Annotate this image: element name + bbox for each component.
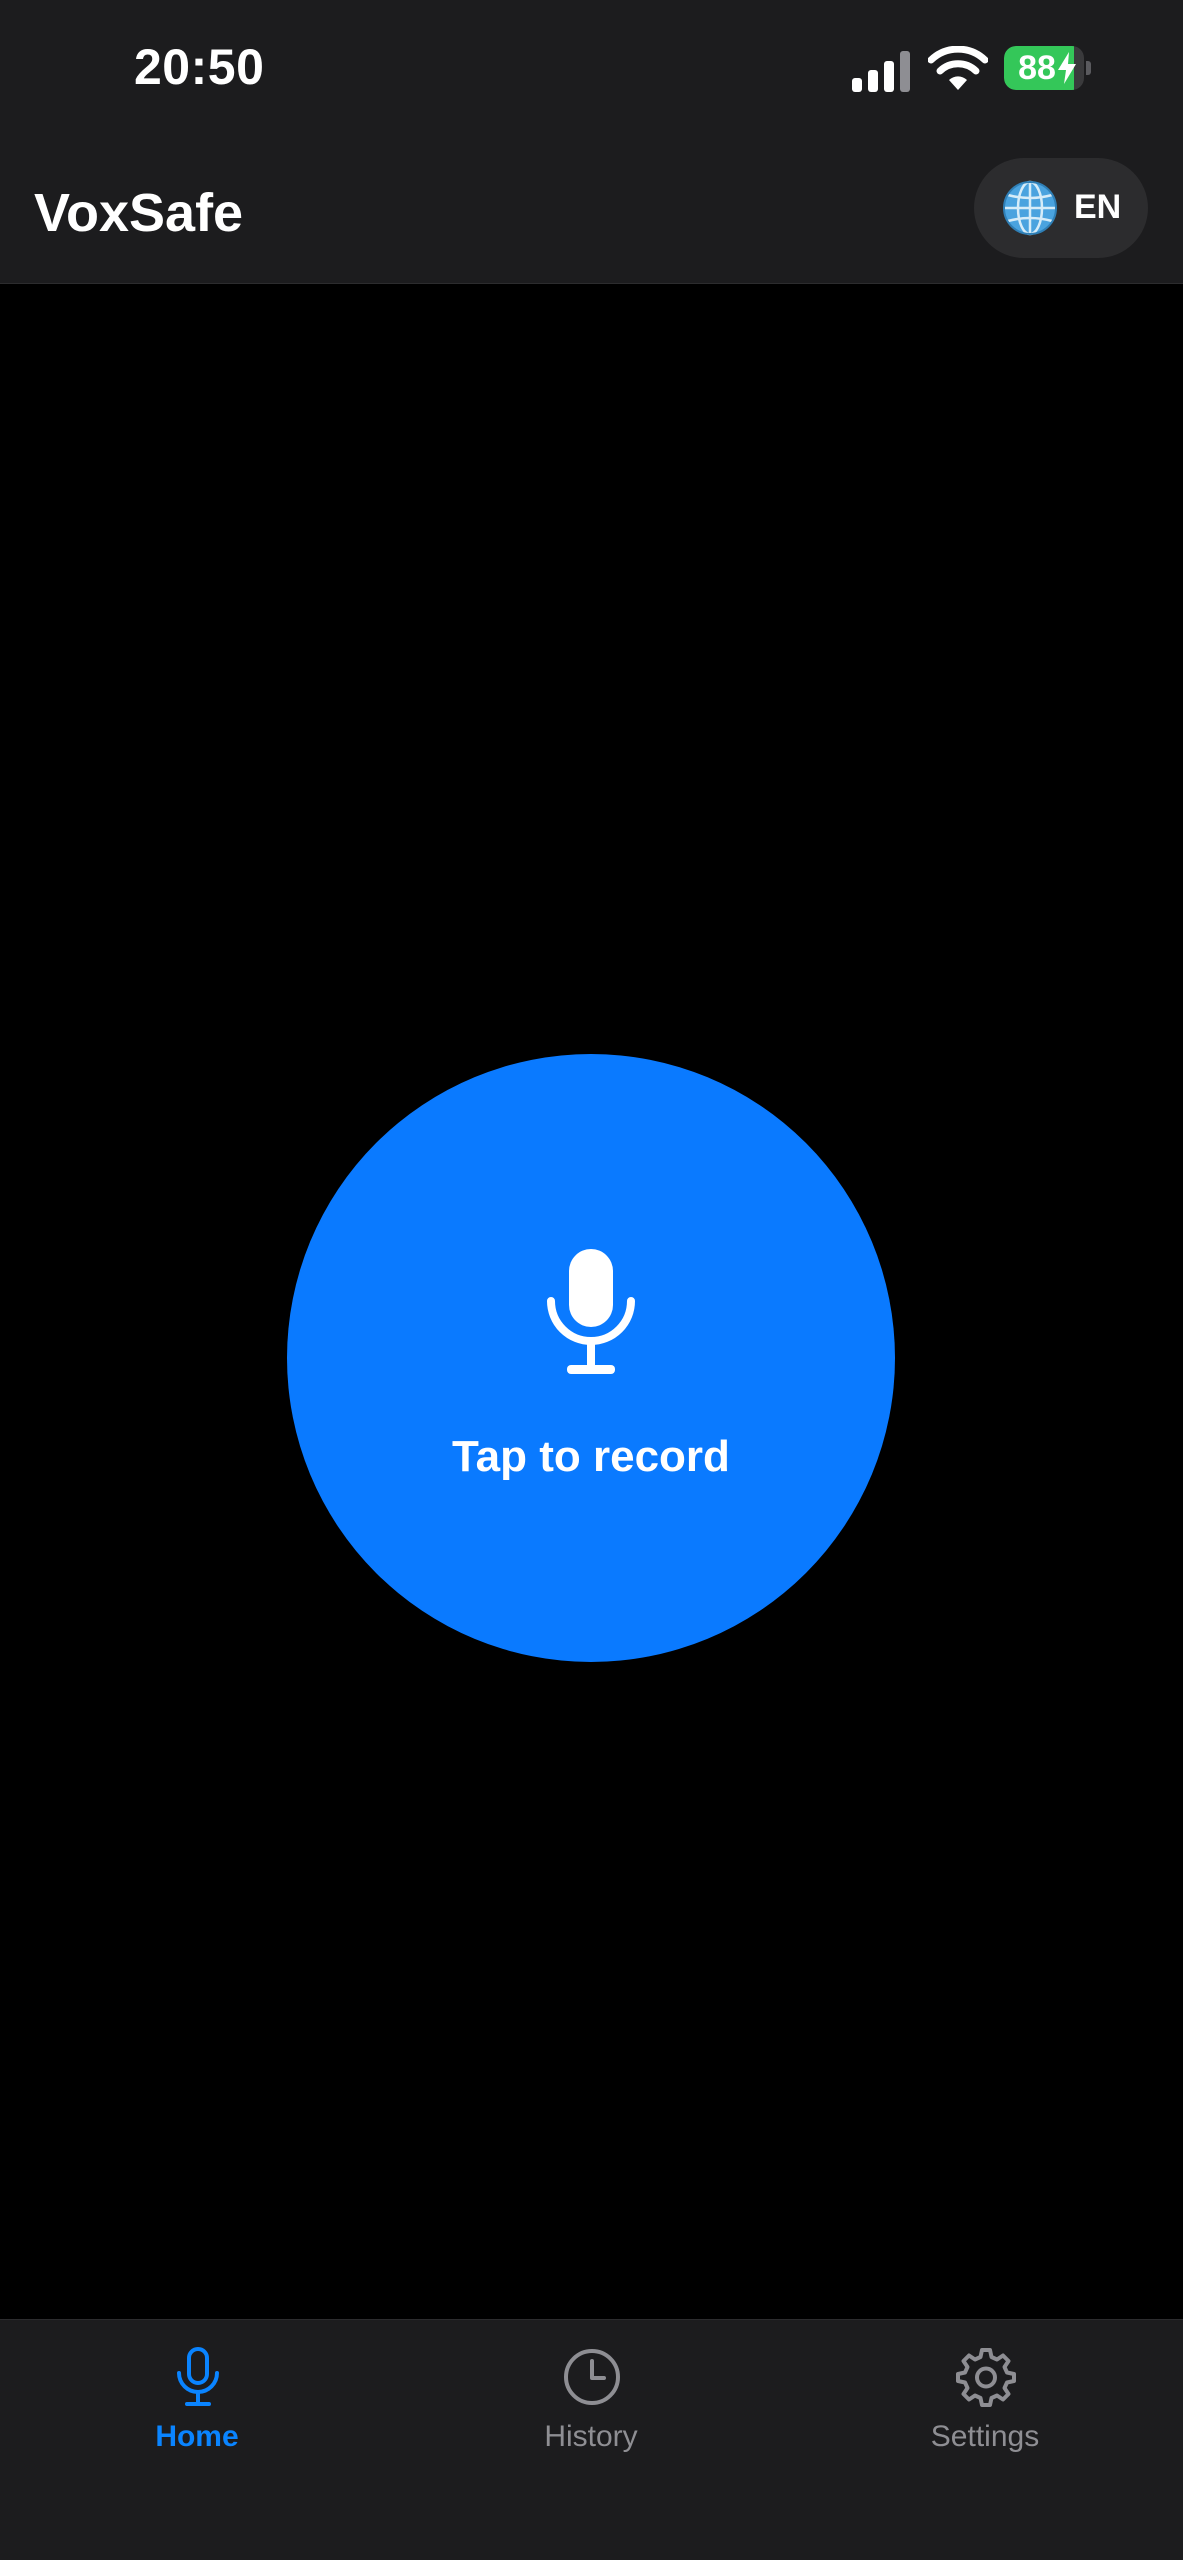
battery-cap <box>1086 61 1091 75</box>
cellular-signal-icon <box>852 51 910 92</box>
tab-home-label: Home <box>155 2420 239 2453</box>
bolt-icon <box>1058 52 1076 84</box>
tab-history-label: History <box>544 2420 638 2453</box>
app-title: VoxSafe <box>34 183 244 243</box>
app-header: VoxSafe EN <box>0 140 1183 284</box>
wifi-icon <box>928 46 988 90</box>
gear-icon <box>956 2348 1016 2407</box>
globe-icon <box>1003 180 1057 236</box>
microphone-icon <box>177 2347 219 2406</box>
status-bar: 20:50 88 <box>0 0 1183 140</box>
record-label: Tap to record <box>452 1432 730 1481</box>
language-button[interactable]: EN <box>974 158 1148 258</box>
main-content: Tap to record <box>0 284 1183 2319</box>
tab-settings-label: Settings <box>930 2420 1040 2453</box>
tab-home[interactable]: Home <box>0 2320 394 2520</box>
battery-indicator: 88 <box>1004 46 1091 90</box>
language-code: EN <box>1074 188 1122 226</box>
tab-bar: Home History Settings <box>0 2319 1183 2560</box>
status-time: 20:50 <box>134 39 265 95</box>
clock-icon <box>564 2349 620 2405</box>
microphone-icon <box>547 1249 635 1374</box>
tab-settings[interactable]: Settings <box>788 2320 1182 2520</box>
record-button[interactable]: Tap to record <box>287 1054 895 1662</box>
tab-history[interactable]: History <box>394 2320 788 2520</box>
